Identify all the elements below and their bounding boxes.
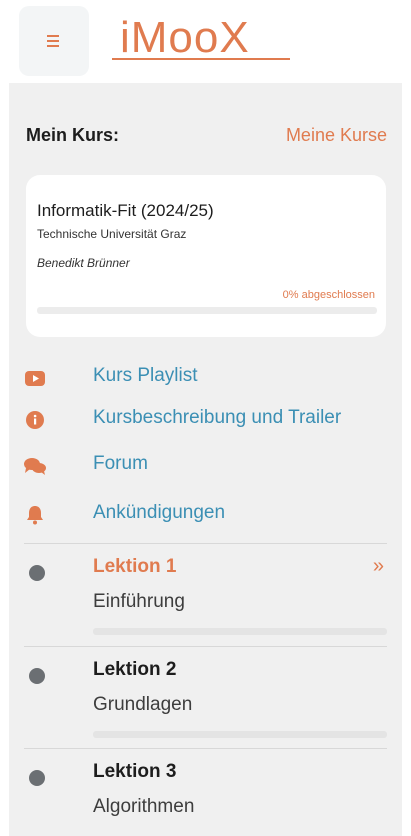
lesson-subtitle: Algorithmen	[93, 796, 195, 817]
nav-item-description[interactable]: Kursbeschreibung und Trailer	[24, 405, 394, 435]
lesson-title: Lektion 1	[93, 556, 177, 577]
course-card[interactable]: Informatik-Fit (2024/25) Technische Univ…	[26, 175, 386, 337]
my-course-heading: Mein Kurs:	[26, 125, 120, 145]
bell-icon	[24, 504, 46, 526]
nav-label: Ankündigungen	[93, 502, 226, 523]
course-university: Technische Universität Graz	[37, 227, 187, 241]
lesson-title: Lektion 3	[93, 761, 177, 782]
course-author: Benedikt Brünner	[37, 256, 130, 270]
nav-label: Forum	[93, 453, 148, 474]
nav-item-playlist[interactable]: Kurs Playlist	[24, 363, 394, 393]
divider	[24, 748, 387, 749]
app-header: iMooX	[0, 0, 411, 83]
lesson-status-dot	[29, 770, 45, 786]
my-courses-link[interactable]: Meine Kurse	[286, 125, 387, 146]
svg-text:iMooX: iMooX	[120, 13, 250, 62]
nav-item-announcements[interactable]: Ankündigungen	[24, 500, 394, 530]
progress-label: 0% abgeschlossen	[282, 289, 375, 301]
lesson-progress-bar	[93, 731, 387, 738]
lesson-progress-bar	[93, 628, 387, 635]
lesson-subtitle: Grundlagen	[93, 694, 193, 715]
lesson-status-dot	[29, 565, 45, 581]
info-icon	[24, 409, 46, 431]
comments-icon	[24, 455, 46, 477]
nav-label: Kurs Playlist	[93, 365, 198, 386]
nav-label: Kursbeschreibung und Trailer	[93, 407, 342, 428]
menu-button[interactable]	[19, 6, 89, 76]
lesson-status-dot	[29, 668, 45, 684]
course-sidebar: Mein Kurs: Meine Kurse Informatik-Fit (2…	[9, 83, 402, 836]
divider	[24, 543, 387, 544]
hamburger-icon	[47, 35, 59, 47]
lesson-item[interactable]: Lektion 1 » Einführung	[24, 553, 394, 643]
lesson-title: Lektion 2	[93, 659, 177, 680]
lesson-subtitle: Einführung	[93, 591, 185, 612]
imoox-logo[interactable]: iMooX	[112, 6, 292, 64]
lesson-item[interactable]: Lektion 2 Grundlagen	[24, 656, 394, 746]
progress-bar	[37, 307, 377, 314]
lesson-item[interactable]: Lektion 3 Algorithmen	[24, 758, 394, 836]
nav-item-forum[interactable]: Forum	[24, 451, 394, 481]
chevron-right-icon: »	[372, 555, 384, 577]
course-header: Mein Kurs: Meine Kurse	[26, 125, 387, 149]
divider	[24, 646, 387, 647]
youtube-icon	[24, 367, 46, 389]
course-title: Informatik-Fit (2024/25)	[37, 201, 214, 220]
